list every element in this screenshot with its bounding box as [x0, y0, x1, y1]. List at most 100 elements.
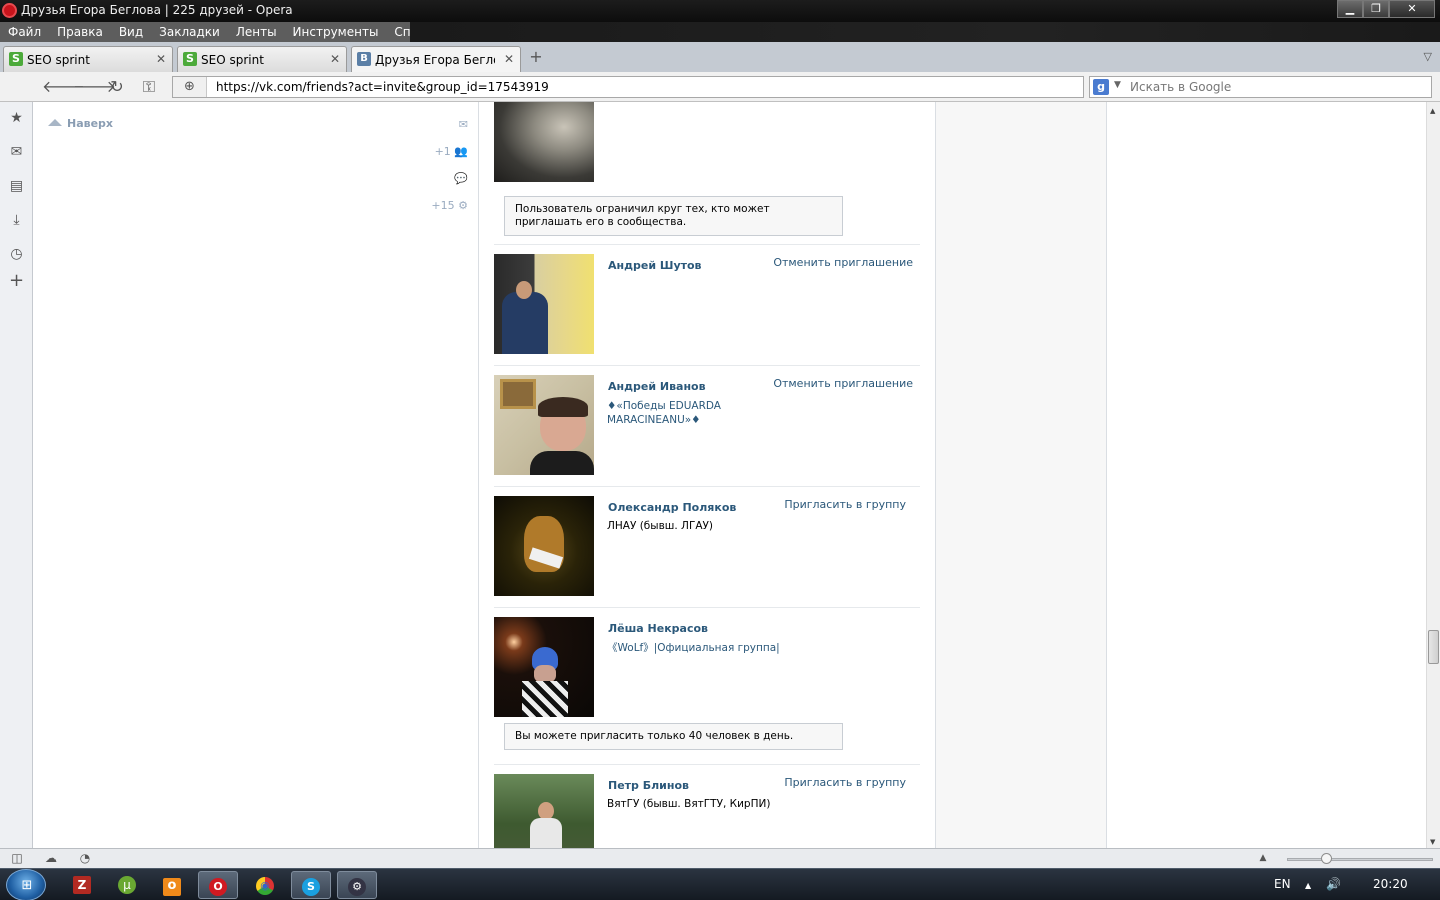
skype-icon: S	[302, 878, 320, 896]
volume-icon[interactable]: 🔊	[1326, 877, 1341, 891]
utorrent-icon: µ	[118, 876, 136, 894]
window-controls: ▁ ❐ ✕	[1337, 0, 1435, 18]
page-scrollbar[interactable]: ▲ ▼	[1426, 102, 1440, 848]
friend-name[interactable]: Лёша Некрасов	[608, 622, 708, 635]
settings-notifications[interactable]: +15 ⚙	[431, 199, 468, 212]
google-icon[interactable]: g	[1093, 79, 1109, 95]
invite-to-group-link[interactable]: Пригласить в группу	[784, 498, 906, 511]
mail-icon[interactable]: ✉	[8, 144, 25, 161]
friend-avatar[interactable]	[494, 254, 594, 354]
friend-name[interactable]: Олександр Поляков	[608, 501, 736, 514]
tab-seo-sprint-2[interactable]: S SEO sprint ✕	[177, 46, 347, 72]
bookmarks-icon[interactable]: ★	[8, 110, 25, 127]
friend-name[interactable]: Петр Блинов	[608, 779, 689, 792]
chrome-icon: ◉	[256, 877, 274, 895]
opera-unite-cloud-icon[interactable]: ☁	[43, 851, 59, 866]
chrome-taskbar-button[interactable]: ◉	[245, 871, 285, 899]
friend-name[interactable]: Андрей Шутов	[608, 259, 702, 272]
start-button[interactable]: ⊞	[6, 869, 46, 900]
friend-subtitle: ЛНАУ (бывш. ЛГАУ)	[607, 520, 714, 532]
opera-taskbar-button[interactable]: O	[198, 871, 238, 899]
friend-avatar[interactable]	[494, 617, 594, 717]
menu-bookmarks[interactable]: Закладки	[151, 22, 228, 42]
tab-close-icon[interactable]: ✕	[156, 52, 166, 66]
friends-icon: 👥	[454, 145, 468, 158]
messages-icon[interactable]: ✉	[459, 118, 468, 131]
odnoklassniki-taskbar-button[interactable]: о	[152, 871, 192, 899]
reload-button[interactable]: ↻	[106, 77, 128, 97]
search-engine-dropdown-icon[interactable]: ▼	[1114, 80, 1121, 90]
minimize-button[interactable]: ▁	[1337, 0, 1363, 18]
friend-row: Олександр Поляков ЛНАУ (бывш. ЛГАУ) Приг…	[494, 487, 920, 608]
scroll-thumb[interactable]	[1428, 630, 1439, 664]
odnoklassniki-icon: о	[163, 878, 181, 896]
maximize-button[interactable]: ❐	[1363, 0, 1389, 18]
avatar-shirt	[530, 451, 594, 475]
tab-seo-sprint-1[interactable]: S SEO sprint ✕	[3, 46, 173, 72]
seo-sprint-favicon-icon: S	[9, 52, 23, 66]
menu-feeds[interactable]: Ленты	[228, 22, 285, 42]
friend-row: Андрей Иванов ♦«Победы EDUARDA MARACINEA…	[494, 366, 920, 487]
panel-toggle-icon[interactable]: ◫	[9, 851, 25, 866]
downloads-icon[interactable]: ⤓	[8, 212, 25, 229]
turbo-speed-icon[interactable]: ◔	[77, 851, 93, 866]
menu-edit[interactable]: Правка	[49, 22, 111, 42]
friend-avatar[interactable]	[494, 774, 594, 848]
friend-avatar[interactable]	[494, 496, 594, 596]
to-top-link[interactable]: Наверх	[48, 117, 113, 130]
clock[interactable]: 20:20	[1373, 877, 1408, 891]
zoom-slider-thumb[interactable]	[1321, 853, 1332, 864]
settings-count: +15	[431, 199, 455, 212]
site-info-icon[interactable]: ⊕	[173, 77, 207, 97]
avatar-scarf	[522, 681, 568, 717]
wand-key-button[interactable]: ⚿	[138, 77, 160, 97]
friends-count: +1	[434, 145, 451, 158]
friend-avatar[interactable]	[494, 102, 594, 182]
tab-vk-friends[interactable]: B Друзья Егора Беглова ... ✕	[351, 46, 521, 72]
back-button[interactable]: 🡐	[42, 77, 85, 97]
notes-icon[interactable]: ▤	[8, 178, 25, 195]
cancel-invite-link[interactable]: Отменить приглашение	[773, 377, 913, 390]
tab-close-icon[interactable]: ✕	[504, 52, 514, 66]
menu-file[interactable]: Файл	[0, 22, 49, 42]
filezilla-icon: Z	[73, 876, 91, 894]
zoom-slider-track[interactable]	[1287, 858, 1433, 861]
close-window-button[interactable]: ✕	[1389, 0, 1435, 18]
tab-label: Друзья Егора Беглова ...	[375, 53, 495, 67]
friend-name[interactable]: Андрей Иванов	[608, 380, 706, 393]
invite-limit-notice: Вы можете пригласить только 40 человек в…	[504, 723, 843, 750]
search-placeholder[interactable]: Искать в Google	[1130, 80, 1231, 94]
side-panel: ★ ✉ ▤ ⤓ ◷ +	[0, 102, 33, 848]
menu-view[interactable]: Вид	[111, 22, 151, 42]
add-panel-icon[interactable]: +	[8, 272, 25, 290]
steam-taskbar-button[interactable]: ⚙	[337, 871, 377, 899]
filezilla-taskbar-button[interactable]: Z	[62, 871, 102, 899]
url-text[interactable]: https://vk.com/friends?act=invite&group_…	[216, 80, 549, 94]
address-field[interactable]: ⊕ https://vk.com/friends?act=invite&grou…	[172, 76, 1084, 98]
invite-to-group-link[interactable]: Пригласить в группу	[784, 776, 906, 789]
scroll-up-icon[interactable]: ▲	[1430, 107, 1435, 115]
friend-subtitle[interactable]: ♦«Победы EDUARDA MARACINEANU»♦	[607, 399, 737, 427]
search-field[interactable]: g ▼ Искать в Google	[1089, 76, 1432, 98]
avatar-picture-frame	[500, 379, 536, 409]
history-icon[interactable]: ◷	[8, 246, 25, 263]
skype-taskbar-button[interactable]: S	[291, 871, 331, 899]
tab-close-icon[interactable]: ✕	[330, 52, 340, 66]
tray-expand-icon[interactable]: ▲	[1305, 881, 1311, 890]
tab-menu-icon[interactable]: ▽	[1424, 50, 1432, 63]
new-tab-button[interactable]: +	[528, 49, 544, 65]
zoom-menu-icon[interactable]: ▲	[1255, 851, 1271, 866]
forward-button[interactable]: 🡒	[73, 77, 116, 97]
language-indicator[interactable]: EN	[1274, 877, 1291, 891]
scroll-down-icon[interactable]: ▼	[1430, 838, 1435, 846]
friends-requests[interactable]: +1 👥	[435, 145, 468, 158]
cancel-invite-link[interactable]: Отменить приглашение	[773, 256, 913, 269]
utorrent-taskbar-button[interactable]: µ	[107, 871, 147, 899]
comments-icon[interactable]: 💬	[454, 172, 468, 185]
right-gray-column	[935, 102, 1107, 848]
avatar-face	[516, 281, 532, 299]
friend-subtitle[interactable]: 《WoLf》|Официальная группа|	[607, 641, 780, 655]
friends-list: Пользователь ограничил круг тех, кто мож…	[479, 102, 935, 848]
menu-tools[interactable]: Инструменты	[285, 22, 387, 42]
friend-avatar[interactable]	[494, 375, 594, 475]
